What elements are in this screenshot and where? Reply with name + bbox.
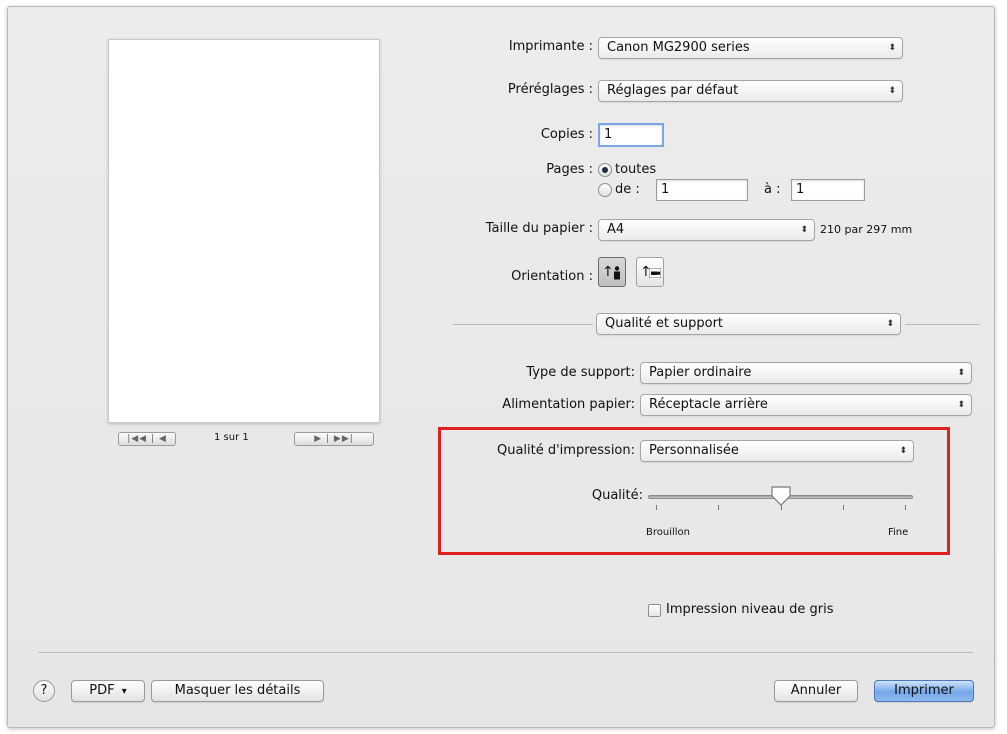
quality-min-label: Brouillon <box>646 527 690 538</box>
presets-value: Réglages par défaut <box>607 83 739 98</box>
preview-page-indicator: 1 sur 1 <box>214 432 249 443</box>
orientation-portrait-button[interactable]: ↑ <box>598 257 626 287</box>
pdf-label: PDF <box>89 683 115 698</box>
pages-from-input[interactable]: 1 <box>656 179 748 201</box>
grayscale-label: Impression niveau de gris <box>666 602 834 617</box>
popup-arrows-icon: ⬍ <box>899 446 907 456</box>
section-popup[interactable]: Qualité et support ⬍ <box>596 313 901 335</box>
paper-size-value: A4 <box>607 222 625 237</box>
chevron-down-icon: ▾ <box>121 686 127 697</box>
orientation-landscape-button[interactable]: ↑ <box>636 257 664 287</box>
media-type-label: Type de support: <box>526 365 635 380</box>
quality-slider-label: Qualité: <box>591 488 643 503</box>
copies-label: Copies : <box>540 127 593 142</box>
print-quality-label: Qualité d'impression: <box>496 443 635 458</box>
pdf-menu-button[interactable]: PDF ▾ <box>71 680 145 702</box>
paper-size-popup[interactable]: A4 ⬍ <box>598 219 815 241</box>
print-quality-popup[interactable]: Personnalisée ⬍ <box>640 440 914 462</box>
presets-popup[interactable]: Réglages par défaut ⬍ <box>598 80 903 102</box>
quality-slider-tick <box>842 505 844 510</box>
help-button[interactable]: ? <box>33 680 55 702</box>
popup-arrows-icon: ⬍ <box>888 43 896 53</box>
landscape-person-icon <box>649 268 661 278</box>
popup-arrows-icon: ⬍ <box>888 86 896 96</box>
section-popup-value: Qualité et support <box>605 316 724 331</box>
presets-label: Préréglages : <box>507 82 593 97</box>
quality-slider-knob[interactable] <box>770 485 792 507</box>
print-dialog: |◀◀ | ◀ 1 sur 1 ▶ | ▶▶| Imprimante : Can… <box>7 6 995 728</box>
popup-arrows-icon: ⬍ <box>957 400 965 410</box>
popup-arrows-icon: ⬍ <box>957 368 965 378</box>
quality-slider-tick <box>656 505 657 510</box>
media-type-value: Papier ordinaire <box>649 365 752 380</box>
quality-max-label: Fine <box>888 527 909 538</box>
pages-to-label: à : <box>764 182 781 197</box>
paper-source-popup[interactable]: Réceptacle arrière ⬍ <box>640 394 972 416</box>
pages-to-input[interactable]: 1 <box>791 179 865 201</box>
print-quality-value: Personnalisée <box>649 443 739 458</box>
cancel-button[interactable]: Annuler <box>774 680 858 702</box>
portrait-person-icon <box>614 266 620 280</box>
section-divider-right <box>905 324 980 325</box>
paper-source-label: Alimentation papier: <box>502 397 635 412</box>
popup-arrows-icon: ⬍ <box>800 225 808 235</box>
media-type-popup[interactable]: Papier ordinaire ⬍ <box>640 362 972 384</box>
page-preview <box>108 39 380 423</box>
printer-label: Imprimante : <box>508 39 593 54</box>
preview-next-last-buttons[interactable]: ▶ | ▶▶| <box>294 432 374 446</box>
paper-size-dimensions: 210 par 297 mm <box>820 223 913 236</box>
pages-label: Pages : <box>546 162 593 177</box>
pages-range-radio[interactable] <box>598 183 612 197</box>
paper-source-value: Réceptacle arrière <box>649 397 768 412</box>
section-divider-left <box>453 324 593 325</box>
quality-slider-tick <box>718 505 720 510</box>
print-button[interactable]: Imprimer <box>874 680 974 702</box>
grayscale-checkbox[interactable] <box>648 604 661 617</box>
pages-from-label: de : <box>615 182 640 197</box>
paper-size-label: Taille du papier : <box>485 221 593 236</box>
preview-first-prev-buttons[interactable]: |◀◀ | ◀ <box>118 432 176 446</box>
orientation-label: Orientation : <box>511 269 593 284</box>
footer-divider <box>38 652 973 653</box>
quality-slider[interactable] <box>648 485 913 525</box>
copies-input[interactable]: 1 <box>598 123 664 147</box>
quality-slider-tick <box>905 505 906 510</box>
pages-all-label: toutes <box>615 162 657 177</box>
printer-value: Canon MG2900 series <box>607 40 750 55</box>
popup-arrows-icon: ⬍ <box>886 319 894 329</box>
hide-details-button[interactable]: Masquer les détails <box>151 680 324 702</box>
pages-all-radio[interactable] <box>598 163 612 177</box>
printer-popup[interactable]: Canon MG2900 series ⬍ <box>598 37 903 59</box>
